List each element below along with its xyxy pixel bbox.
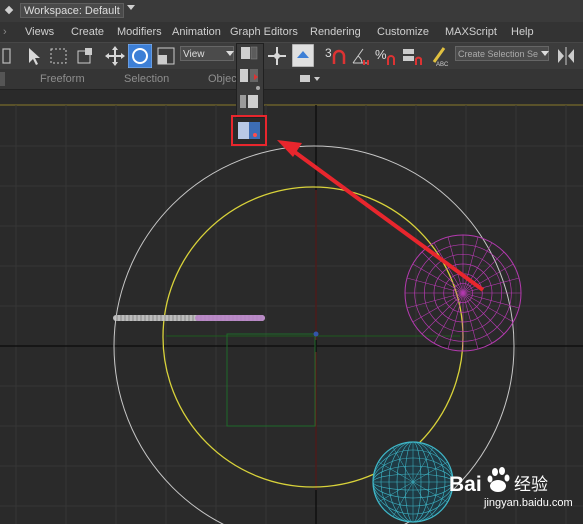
main-toolbar: View 3 % ABC Create Selection Se [0, 42, 583, 70]
menu-views[interactable]: Views [25, 26, 54, 38]
angle-snap-icon[interactable] [350, 46, 372, 66]
red-annotation-arrow [277, 140, 485, 292]
mirror-icon[interactable] [555, 45, 577, 67]
cylinder-object[interactable] [113, 315, 265, 321]
percent-snap-icon[interactable]: % [374, 46, 396, 66]
svg-text:ABC: ABC [436, 62, 449, 67]
menu-graph-editors[interactable]: Graph Editors [230, 26, 298, 38]
menu-maxscript[interactable]: MAXScript [445, 26, 497, 38]
ribbon-tab-object[interactable]: Objec [208, 73, 237, 85]
menu-bar: › Views Create Modifiers Animation Graph… [0, 22, 583, 42]
select-object-icon[interactable] [24, 46, 46, 66]
rectangular-selection-icon[interactable] [48, 46, 70, 66]
perspective-viewport[interactable] [0, 90, 583, 524]
snap-toggle-label[interactable]: 3 [325, 46, 332, 60]
ribbon-tab-selection[interactable]: Selection [124, 73, 169, 85]
ribbon-tab-freeform[interactable]: Freeform [40, 73, 85, 85]
menu-customize[interactable]: Customize [377, 26, 429, 38]
svg-text:%: % [375, 47, 387, 62]
menu-modifiers[interactable]: Modifiers [117, 26, 162, 38]
rotate-icon[interactable] [128, 44, 152, 68]
snap-magnet-icon[interactable] [332, 49, 346, 65]
named-selection-sets-input[interactable]: Create Selection Se [455, 46, 549, 61]
ribbon-options-icon[interactable] [300, 74, 322, 84]
svg-text:Bai: Bai [449, 473, 482, 496]
watermark-url: jingyan.baidu.com [484, 497, 573, 509]
plane-object[interactable] [226, 333, 316, 427]
menu-overflow-icon[interactable]: › [3, 26, 7, 38]
scale-icon[interactable] [155, 45, 177, 67]
app-menu-icon[interactable] [4, 5, 14, 15]
use-transform-coordinate-center-button[interactable] [231, 115, 267, 146]
magenta-sphere[interactable] [404, 234, 522, 352]
select-link-icon[interactable] [2, 46, 12, 66]
transform-center-icon [238, 122, 260, 139]
modeling-ribbon: Freeform Selection Objec [0, 69, 583, 90]
coordinate-center-flyout [236, 43, 264, 118]
window-crossing-icon[interactable] [74, 46, 96, 66]
edit-named-selection-icon[interactable]: ABC [430, 45, 450, 67]
keyboard-shortcut-toggle-icon[interactable] [292, 44, 314, 67]
svg-text:经验: 经验 [514, 475, 548, 495]
chevron-down-icon[interactable] [541, 51, 549, 57]
chevron-down-icon[interactable] [127, 5, 135, 10]
ribbon-handle[interactable] [0, 72, 5, 86]
workspace-dropdown[interactable]: Workspace: Default [20, 3, 124, 18]
menu-rendering[interactable]: Rendering [310, 26, 361, 38]
flyout-icons [240, 46, 260, 108]
menu-help[interactable]: Help [511, 26, 534, 38]
move-icon[interactable] [104, 45, 126, 67]
viewport-scene[interactable] [0, 90, 583, 524]
pivot-point [313, 331, 319, 337]
baidu-watermark: Bai 经验 jingyan.baidu.com [446, 460, 581, 515]
title-bar: Workspace: Default [0, 0, 583, 23]
select-and-manipulate-icon[interactable] [266, 45, 288, 67]
chevron-down-icon[interactable] [226, 51, 234, 57]
menu-create[interactable]: Create [71, 26, 104, 38]
spinner-snap-icon[interactable] [400, 46, 422, 66]
cyan-geosphere[interactable] [372, 441, 454, 523]
menu-animation[interactable]: Animation [172, 26, 221, 38]
